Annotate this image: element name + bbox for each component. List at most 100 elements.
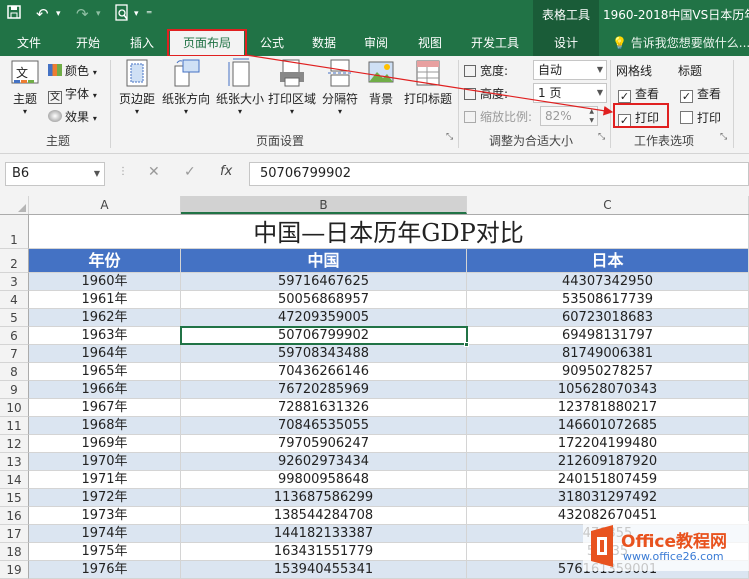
table-row: 6 1963年 50706799902 69498131797 bbox=[0, 327, 749, 345]
watermark-title: Office教程网 bbox=[621, 532, 728, 552]
annotation-arrow bbox=[245, 54, 614, 116]
cell-china[interactable]: 144182133387 bbox=[181, 525, 467, 543]
table-row: 2 年份 中国 日本 bbox=[0, 249, 749, 273]
row-header[interactable]: 12 bbox=[0, 435, 29, 453]
table-row: 5 1962年 47209359005 60723018683 bbox=[0, 309, 749, 327]
cell-china[interactable]: 163431551779 bbox=[181, 543, 467, 561]
row-header[interactable]: 6 bbox=[0, 327, 29, 345]
watermark: Office教程网 www.office26.com bbox=[583, 521, 749, 571]
cell-china[interactable]: 72881631326 bbox=[181, 399, 467, 417]
row-header[interactable]: 14 bbox=[0, 471, 29, 489]
column-headers: A B C bbox=[0, 196, 749, 215]
cell-china[interactable]: 47209359005 bbox=[181, 309, 467, 327]
cell-china[interactable]: 153940455341 bbox=[181, 561, 467, 579]
row-header[interactable]: 19 bbox=[0, 561, 29, 579]
cell-china[interactable]: 99800958648 bbox=[181, 471, 467, 489]
cancel-icon[interactable]: ✕ bbox=[148, 164, 160, 180]
column-header-a[interactable]: A bbox=[29, 196, 181, 214]
cell-japan[interactable]: 44307342950 bbox=[467, 273, 749, 291]
row-header[interactable]: 2 bbox=[0, 249, 29, 273]
cell-year[interactable]: 1972年 bbox=[29, 489, 181, 507]
row-header[interactable]: 3 bbox=[0, 273, 29, 291]
cell-year[interactable]: 1960年 bbox=[29, 273, 181, 291]
row-header[interactable]: 7 bbox=[0, 345, 29, 363]
cell-year[interactable]: 1965年 bbox=[29, 363, 181, 381]
header-year[interactable]: 年份 bbox=[29, 249, 181, 273]
cell-year[interactable]: 1966年 bbox=[29, 381, 181, 399]
cell-china[interactable]: 59716467625 bbox=[181, 273, 467, 291]
table-row: 7 1964年 59708343488 81749006381 bbox=[0, 345, 749, 363]
cell-japan[interactable]: 60723018683 bbox=[467, 309, 749, 327]
cell-china[interactable]: 59708343488 bbox=[181, 345, 467, 363]
table-row: 10 1967年 72881631326 123781880217 bbox=[0, 399, 749, 417]
cell-china[interactable]: 113687586299 bbox=[181, 489, 467, 507]
cell-year[interactable]: 1961年 bbox=[29, 291, 181, 309]
row-header[interactable]: 8 bbox=[0, 363, 29, 381]
cell-china[interactable]: 50056868957 bbox=[181, 291, 467, 309]
cell-year[interactable]: 1969年 bbox=[29, 435, 181, 453]
table-row: 9 1966年 76720285969 105628070343 bbox=[0, 381, 749, 399]
cell-year[interactable]: 1973年 bbox=[29, 507, 181, 525]
cell-china[interactable]: 92602973434 bbox=[181, 453, 467, 471]
cell-china[interactable]: 76720285969 bbox=[181, 381, 467, 399]
row-header[interactable]: 18 bbox=[0, 543, 29, 561]
row-header[interactable]: 9 bbox=[0, 381, 29, 399]
table-row: 8 1965年 70436266146 90950278257 bbox=[0, 363, 749, 381]
cell-japan[interactable]: 146601072685 bbox=[467, 417, 749, 435]
row-header[interactable]: 1 bbox=[0, 215, 29, 249]
cell-year[interactable]: 1976年 bbox=[29, 561, 181, 579]
cell-japan[interactable]: 105628070343 bbox=[467, 381, 749, 399]
sheet-title[interactable]: 中国—日本历年GDP对比 bbox=[29, 215, 749, 249]
table-row: 15 1972年 113687586299 318031297492 bbox=[0, 489, 749, 507]
header-china[interactable]: 中国 bbox=[181, 249, 467, 273]
cell-japan[interactable]: 90950278257 bbox=[467, 363, 749, 381]
cell-year[interactable]: 1974年 bbox=[29, 525, 181, 543]
row-header[interactable]: 4 bbox=[0, 291, 29, 309]
column-header-b[interactable]: B bbox=[181, 196, 467, 214]
fill-handle[interactable] bbox=[464, 342, 469, 347]
formula-bar: B6 ▼ ⋮ ✕ ✓ fx 50706799902 bbox=[0, 154, 749, 196]
drag-handle-icon[interactable]: ⋮ bbox=[118, 166, 128, 177]
row-header[interactable]: 17 bbox=[0, 525, 29, 543]
cell-china[interactable]: 138544284708 bbox=[181, 507, 467, 525]
cell-year[interactable]: 1970年 bbox=[29, 453, 181, 471]
cell-china[interactable]: 79705906247 bbox=[181, 435, 467, 453]
select-all-corner[interactable] bbox=[0, 196, 29, 214]
cell-japan[interactable]: 172204199480 bbox=[467, 435, 749, 453]
cell-china[interactable]: 70436266146 bbox=[181, 363, 467, 381]
cell-japan[interactable]: 81749006381 bbox=[467, 345, 749, 363]
row-header[interactable]: 15 bbox=[0, 489, 29, 507]
cell-china[interactable]: 50706799902 bbox=[181, 327, 467, 345]
table-row: 11 1968年 70846535055 146601072685 bbox=[0, 417, 749, 435]
cell-year[interactable]: 1975年 bbox=[29, 543, 181, 561]
cell-japan[interactable]: 53508617739 bbox=[467, 291, 749, 309]
table-row: 14 1971年 99800958648 240151807459 bbox=[0, 471, 749, 489]
row-header[interactable]: 16 bbox=[0, 507, 29, 525]
cell-year[interactable]: 1964年 bbox=[29, 345, 181, 363]
table-row: 13 1970年 92602973434 212609187920 bbox=[0, 453, 749, 471]
cell-japan[interactable]: 212609187920 bbox=[467, 453, 749, 471]
row-header[interactable]: 5 bbox=[0, 309, 29, 327]
row-header[interactable]: 10 bbox=[0, 399, 29, 417]
formula-input[interactable]: 50706799902 bbox=[249, 162, 749, 186]
name-box[interactable]: B6 ▼ bbox=[5, 162, 105, 186]
cell-year[interactable]: 1962年 bbox=[29, 309, 181, 327]
row-header[interactable]: 13 bbox=[0, 453, 29, 471]
table-row: 4 1961年 50056868957 53508617739 bbox=[0, 291, 749, 309]
cell-year[interactable]: 1971年 bbox=[29, 471, 181, 489]
table-row: 1 中国—日本历年GDP对比 bbox=[0, 215, 749, 249]
cell-japan[interactable]: 240151807459 bbox=[467, 471, 749, 489]
enter-icon[interactable]: ✓ bbox=[184, 164, 196, 180]
cell-japan[interactable]: 69498131797 bbox=[467, 327, 749, 345]
cell-year[interactable]: 1967年 bbox=[29, 399, 181, 417]
cell-year[interactable]: 1963年 bbox=[29, 327, 181, 345]
header-japan[interactable]: 日本 bbox=[467, 249, 749, 273]
insert-function-icon[interactable]: fx bbox=[220, 164, 232, 179]
cell-japan[interactable]: 318031297492 bbox=[467, 489, 749, 507]
chevron-down-icon: ▼ bbox=[93, 169, 100, 178]
cell-china[interactable]: 70846535055 bbox=[181, 417, 467, 435]
column-header-c[interactable]: C bbox=[467, 196, 749, 214]
cell-year[interactable]: 1968年 bbox=[29, 417, 181, 435]
cell-japan[interactable]: 123781880217 bbox=[467, 399, 749, 417]
row-header[interactable]: 11 bbox=[0, 417, 29, 435]
